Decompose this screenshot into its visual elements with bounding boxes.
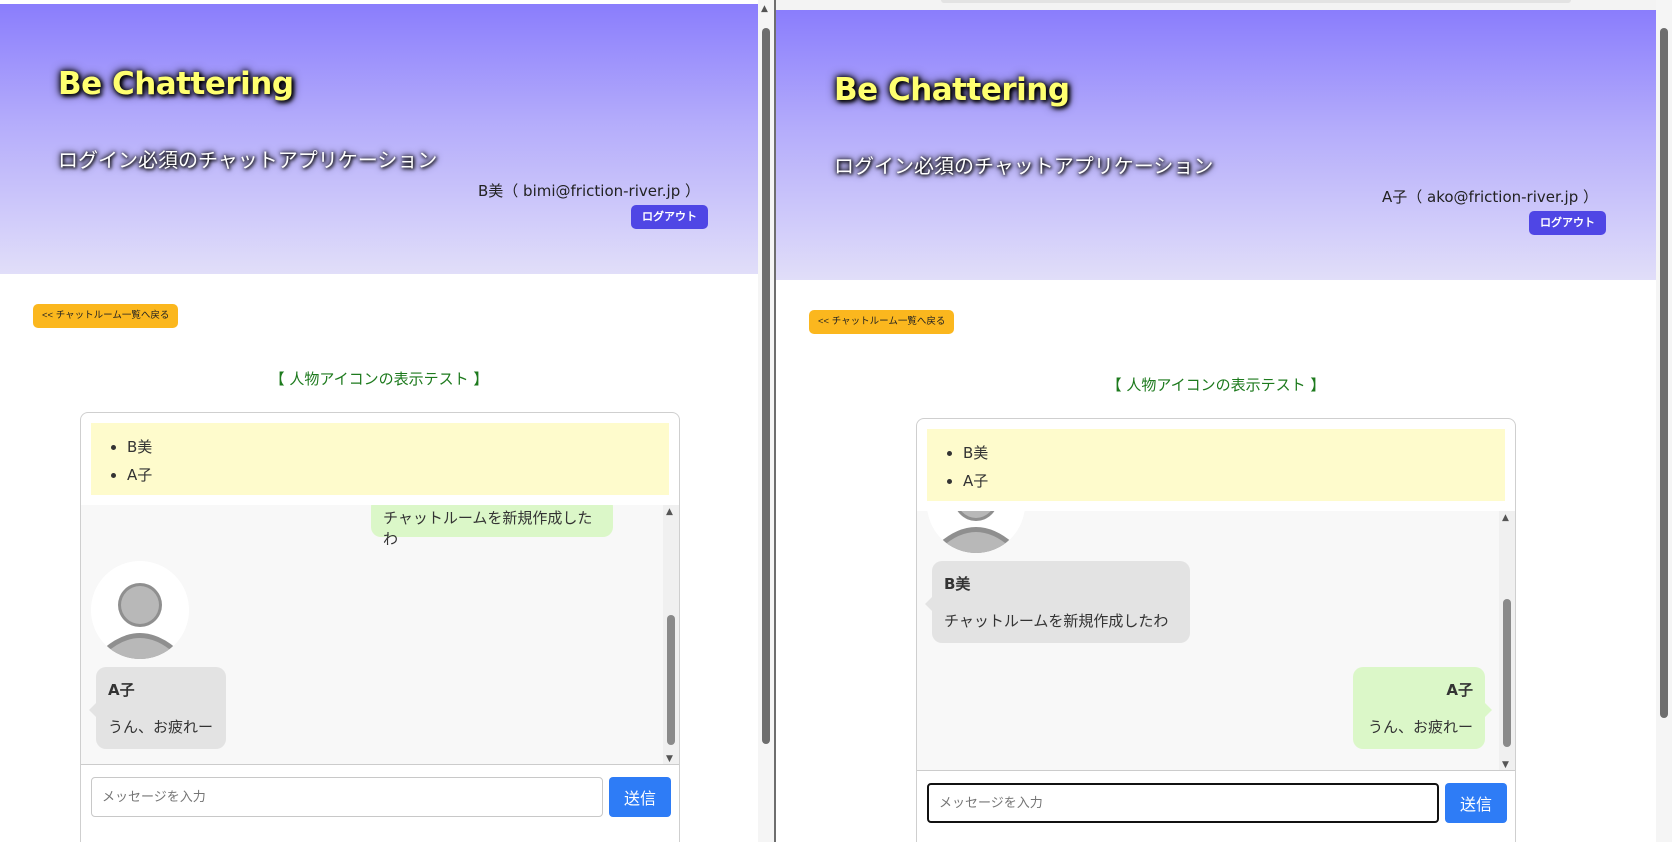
chat-page: Be Chattering ログイン必須のチャットアプリケーション A子（ ak… <box>776 10 1656 842</box>
site-subtitle: ログイン必須のチャットアプリケーション <box>834 154 1214 178</box>
site-title: Be Chattering <box>834 72 1070 108</box>
page-scrollbar[interactable]: ▲ <box>758 0 774 842</box>
back-to-room-list-button[interactable]: << チャットルーム一覧へ戻る <box>809 310 955 334</box>
site-header: Be Chattering ログイン必須のチャットアプリケーション B美（ bi… <box>0 4 758 274</box>
page-scroll-up-icon[interactable]: ▲ <box>761 4 768 14</box>
message-text: うん、お疲れー <box>108 718 214 736</box>
message-bubble-own: A子 うん、お疲れー <box>1353 667 1492 749</box>
right-browser-window: Be Chattering ログイン必須のチャットアプリケーション A子（ ak… <box>776 0 1673 842</box>
message-text: うん、お疲れー <box>1367 718 1473 736</box>
avatar-icon <box>91 561 189 659</box>
scroll-down-arrow-icon[interactable]: ▼ <box>666 754 673 764</box>
message-input[interactable] <box>91 777 603 817</box>
member-item: A子 <box>127 461 669 489</box>
message-input-row: 送信 <box>917 772 1515 842</box>
left-browser-window: Be Chattering ログイン必須のチャットアプリケーション B美（ bi… <box>0 0 774 842</box>
message-text: チャットルームを新規作成したわ <box>383 509 593 548</box>
page-scrollbar-thumb[interactable] <box>1660 28 1668 718</box>
message-scrollbar-thumb[interactable] <box>1503 599 1511 747</box>
message-bubble-own: チャットルームを新規作成したわ <box>371 505 613 548</box>
page-scrollbar-thumb[interactable] <box>762 28 770 744</box>
top-strip-bar <box>941 0 1571 3</box>
message-input[interactable] <box>927 783 1439 823</box>
scroll-up-arrow-icon[interactable]: ▲ <box>1502 513 1509 523</box>
top-strip <box>776 0 1656 10</box>
message-bubble-other: A子 うん、お疲れー <box>89 667 226 749</box>
message-list[interactable]: チャットルームを新規作成したわ A子 うん、お疲れー ▲ ▼ <box>81 505 679 765</box>
message-scrollbar[interactable]: ▲ ▼ <box>663 505 679 764</box>
avatar-icon <box>927 511 1025 553</box>
message-sender: B美 <box>944 575 971 593</box>
message-input-row: 送信 <box>81 766 679 836</box>
logged-in-user: A子（ ako@friction-river.jp ） <box>1381 188 1598 206</box>
site-header: Be Chattering ログイン必須のチャットアプリケーション A子（ ak… <box>776 10 1656 280</box>
site-subtitle: ログイン必須のチャットアプリケーション <box>58 148 438 172</box>
room-title: 【 人物アイコンの表示テスト 】 <box>269 370 489 388</box>
message-sender: A子 <box>1446 681 1473 699</box>
chat-panel: B美 A子 チャットルームを新規作成したわ A子 <box>80 412 680 842</box>
logged-in-user: B美（ bimi@friction-river.jp ） <box>478 182 700 200</box>
chat-page: Be Chattering ログイン必須のチャットアプリケーション B美（ bi… <box>0 4 758 842</box>
member-item: B美 <box>127 433 669 461</box>
logout-button[interactable]: ログアウト <box>631 205 708 229</box>
send-button[interactable]: 送信 <box>609 777 671 817</box>
member-list: B美 A子 <box>91 423 669 495</box>
site-title: Be Chattering <box>58 66 294 102</box>
message-scrollbar[interactable]: ▲ ▼ <box>1499 511 1515 770</box>
message-list[interactable]: B美 チャットルームを新規作成したわ A子 うん、お疲れー ▲ ▼ <box>917 511 1515 771</box>
back-to-room-list-button[interactable]: << チャットルーム一覧へ戻る <box>33 304 179 328</box>
message-sender: A子 <box>108 681 135 699</box>
message-scrollbar-thumb[interactable] <box>667 615 675 745</box>
chat-panel: B美 A子 B美 チャットルームを新規作成したわ <box>916 418 1516 842</box>
logout-button[interactable]: ログアウト <box>1529 211 1606 235</box>
message-text: チャットルームを新規作成したわ <box>944 612 1169 630</box>
room-title: 【 人物アイコンの表示テスト 】 <box>1106 376 1326 394</box>
member-item: A子 <box>963 467 1505 495</box>
message-bubble-other: B美 チャットルームを新規作成したわ <box>925 561 1190 643</box>
send-button[interactable]: 送信 <box>1445 783 1507 823</box>
scroll-down-arrow-icon[interactable]: ▼ <box>1502 760 1509 770</box>
page-scrollbar[interactable] <box>1656 0 1672 842</box>
member-item: B美 <box>963 439 1505 467</box>
scroll-up-arrow-icon[interactable]: ▲ <box>666 507 673 517</box>
member-list: B美 A子 <box>927 429 1505 501</box>
